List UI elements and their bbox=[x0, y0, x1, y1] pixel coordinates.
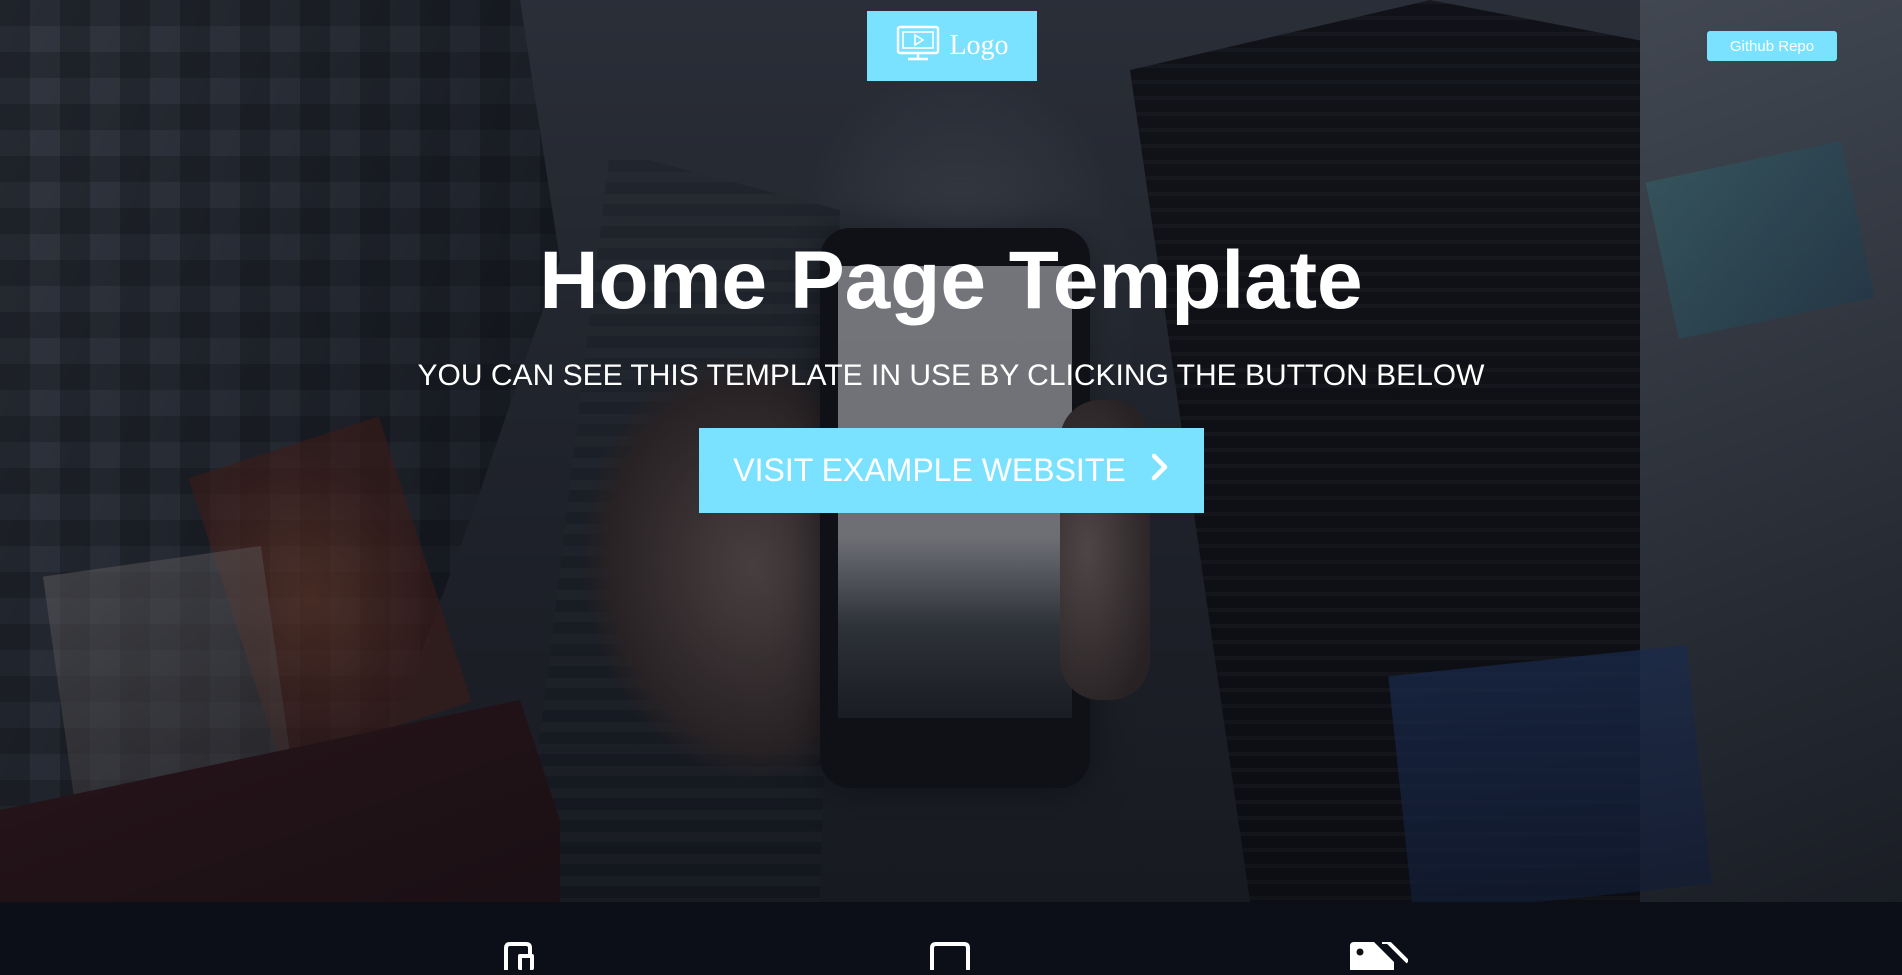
tags-icon bbox=[1348, 940, 1410, 975]
chevron-right-icon bbox=[1150, 452, 1170, 490]
hero-subtitle: YOU CAN SEE THIS TEMPLATE IN USE BY CLIC… bbox=[417, 359, 1485, 392]
logo[interactable]: Logo bbox=[867, 11, 1037, 81]
tablet-icon bbox=[928, 942, 972, 975]
cta-label: VISIT EXAMPLE WEBSITE bbox=[733, 452, 1126, 488]
visit-example-website-button[interactable]: VISIT EXAMPLE WEBSITE bbox=[699, 428, 1204, 513]
mobile-devices-icon bbox=[500, 942, 544, 975]
features-section bbox=[0, 902, 1902, 970]
github-repo-button[interactable]: Github Repo bbox=[1707, 31, 1837, 61]
page-title: Home Page Template bbox=[539, 235, 1363, 326]
monitor-play-icon bbox=[895, 24, 941, 69]
logo-label: Logo bbox=[949, 30, 1009, 61]
